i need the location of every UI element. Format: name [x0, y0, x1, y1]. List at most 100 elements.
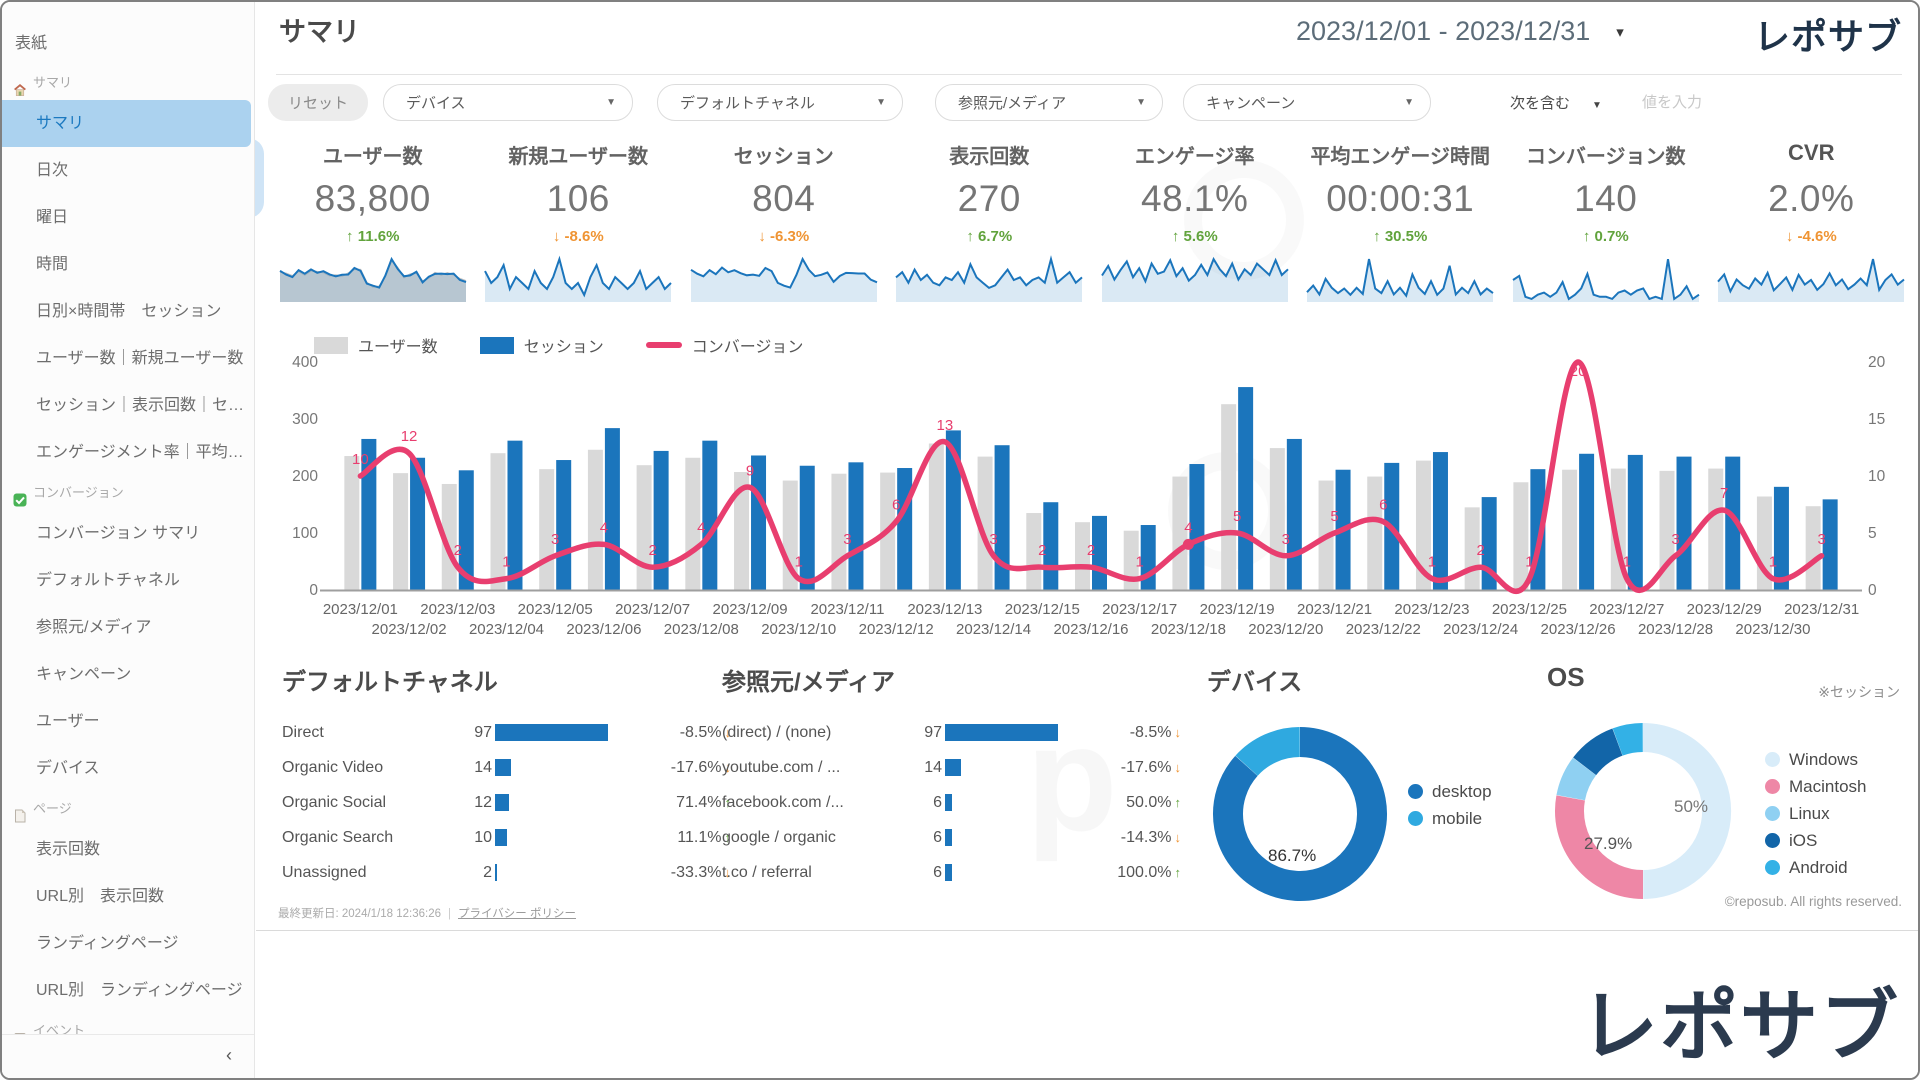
sidebar-item-2-2[interactable]: ランディングページ: [2, 920, 254, 967]
svg-text:2023/12/16: 2023/12/16: [1053, 621, 1128, 638]
kpi-sparkline: [1305, 253, 1495, 303]
kpi-card-3: 表示回数270↑ 6.7%: [887, 132, 1093, 328]
row-delta: 11.1%↑: [621, 829, 731, 847]
sidebar-section-1: コンバージョン: [2, 476, 254, 510]
privacy-policy-link[interactable]: プライバシー ポリシー: [458, 908, 576, 920]
daily-combo-chart: 0100200300400051015202023/12/012023/12/0…: [256, 352, 1920, 652]
kpi-title: セッション: [681, 140, 887, 170]
sidebar-item-0-5[interactable]: ユーザー数｜新規ユーザー数: [2, 335, 254, 382]
kpi-value: 00:00:31: [1298, 178, 1504, 220]
row-bar: [945, 759, 1071, 776]
os-legend: WindowsMacintoshLinuxiOSAndroid: [1765, 746, 1866, 881]
sidebar-item-2-0[interactable]: 表示回数: [2, 826, 254, 873]
device-legend: desktopmobile: [1408, 778, 1492, 832]
kpi-delta: ↓ -8.6%: [476, 228, 682, 245]
channel-table-title: デフォルトチャネル: [282, 662, 732, 697]
sidebar-collapse-button[interactable]: ‹: [226, 1045, 232, 1066]
last-updated: 最終更新日: 2024/1/18 12:36:26: [278, 908, 441, 920]
arrow-up-icon: ↑: [346, 228, 358, 245]
legend-item-mobile: mobile: [1408, 805, 1492, 832]
sidebar-item-1-1[interactable]: デフォルトチャネル: [2, 557, 254, 604]
condition-dropdown[interactable]: 次を含む▼: [1510, 92, 1602, 113]
legend-dot: [1765, 779, 1780, 794]
sidebar-item-0-4[interactable]: 日別×時間帯 セッション: [2, 288, 254, 335]
kpi-title: CVR: [1709, 140, 1915, 170]
page-divider: [256, 930, 1918, 931]
sidebar-item-1-5[interactable]: デバイス: [2, 745, 254, 792]
filter-bar: リセット デバイス▼ デフォルトチャネル▼ 参照元/メディア▼ キャンペーン▼ 次を含…: [256, 84, 1918, 128]
check-icon: [13, 486, 27, 500]
sidebar-item-0-2[interactable]: 曜日: [2, 194, 254, 241]
sidebar-item-0-7[interactable]: エンゲージメント率｜平均…: [2, 429, 254, 476]
svg-text:2023/12/12: 2023/12/12: [859, 621, 934, 638]
svg-text:2023/12/02: 2023/12/02: [372, 621, 447, 638]
sidebar-footer: ‹: [2, 1034, 254, 1078]
arrow-up-icon: ↑: [1175, 795, 1182, 810]
svg-text:3: 3: [1282, 531, 1290, 548]
row-delta: -33.3%↓: [621, 864, 731, 882]
chevron-down-icon: ▼: [876, 97, 886, 108]
svg-text:0: 0: [1868, 582, 1877, 599]
row-bar: [945, 724, 1071, 741]
row-label: Organic Video: [282, 759, 462, 777]
row-value: 6: [912, 829, 942, 847]
row-delta: 50.0%↑: [1071, 794, 1181, 812]
row-bar: [945, 794, 1071, 811]
footer-meta: 最終更新日: 2024/1/18 12:36:26|プライバシー ポリシー: [278, 905, 576, 921]
sidebar-item-1-2[interactable]: 参照元/メディア: [2, 604, 254, 651]
sidebar-item-0-6[interactable]: セッション｜表示回数｜セ…: [2, 382, 254, 429]
svg-text:2023/12/19: 2023/12/19: [1200, 601, 1275, 618]
filter-dropdown-3[interactable]: キャンペーン▼: [1183, 84, 1431, 121]
legend-item-desktop: desktop: [1408, 778, 1492, 805]
legend-dot: [1765, 860, 1780, 875]
filter-dropdown-0[interactable]: デバイス▼: [383, 84, 633, 121]
svg-text:200: 200: [292, 468, 318, 485]
kpi-delta: ↑ 6.7%: [887, 228, 1093, 245]
row-label: google / organic: [722, 829, 912, 847]
filter-dropdown-2[interactable]: 参照元/メディア▼: [935, 84, 1163, 121]
sidebar-item-2-3[interactable]: URL別 ランディングページ: [2, 967, 254, 1014]
svg-text:2023/12/09: 2023/12/09: [712, 601, 787, 618]
svg-text:2023/12/22: 2023/12/22: [1346, 621, 1421, 638]
date-range-picker[interactable]: 2023/12/01 - 2023/12/31▾: [1296, 16, 1624, 47]
svg-text:2023/12/18: 2023/12/18: [1151, 621, 1226, 638]
row-delta: -8.5%↓: [1071, 724, 1181, 742]
kpi-sparkline: [689, 253, 879, 303]
svg-text:4: 4: [600, 519, 608, 536]
sidebar-nav: 表紙サマリサマリ日次曜日時間日別×時間帯 セッションユーザー数｜新規ユーザー数セ…: [2, 22, 254, 1048]
sidebar-item-2-1[interactable]: URL別 表示回数: [2, 873, 254, 920]
reset-button[interactable]: リセット: [268, 84, 368, 121]
sidebar-item-1-4[interactable]: ユーザー: [2, 698, 254, 745]
filter-dropdown-1[interactable]: デフォルトチャネル▼: [657, 84, 903, 121]
filter-value-input[interactable]: [1640, 88, 1840, 116]
sidebar-item-0-3[interactable]: 時間: [2, 241, 254, 288]
page-icon: [13, 802, 27, 816]
sidebar-item-0-0[interactable]: サマリ: [2, 100, 251, 147]
svg-text:3: 3: [843, 531, 851, 548]
arrow-up-icon: ↑: [1373, 228, 1385, 245]
kpi-card-4: エンゲージ率48.1%↑ 5.6%: [1092, 132, 1298, 328]
row-label: facebook.com /...: [722, 794, 912, 812]
brand-logo: レポサブ: [1754, 8, 1902, 60]
svg-text:100: 100: [292, 525, 318, 542]
kpi-sparkline: [894, 253, 1084, 303]
row-value: 14: [462, 759, 492, 777]
legend-dot: [1765, 806, 1780, 821]
sidebar-item-1-3[interactable]: キャンペーン: [2, 651, 254, 698]
table-row: Unassigned2-33.3%↓: [282, 855, 732, 890]
row-label: t.co / referral: [722, 864, 912, 882]
chevron-down-icon: ▼: [606, 97, 616, 108]
svg-text:20: 20: [1570, 363, 1587, 380]
sidebar-item-1-0[interactable]: コンバージョン サマリ: [2, 510, 254, 557]
source-table: 参照元/メディア (direct) / (none)97-8.5%↓youtub…: [722, 662, 1182, 890]
legend-item-Macintosh: Macintosh: [1765, 773, 1866, 800]
svg-text:2023/12/14: 2023/12/14: [956, 621, 1031, 638]
svg-text:2023/12/29: 2023/12/29: [1687, 601, 1762, 618]
sidebar-item-0-1[interactable]: 日次: [2, 147, 254, 194]
row-delta: -14.3%↓: [1071, 829, 1181, 847]
kpi-title: エンゲージ率: [1092, 140, 1298, 170]
sidebar-item-cover[interactable]: 表紙: [2, 22, 254, 66]
row-bar: [495, 864, 621, 881]
device-chart-title: デバイス: [1207, 662, 1537, 697]
row-label: Organic Social: [282, 794, 462, 812]
